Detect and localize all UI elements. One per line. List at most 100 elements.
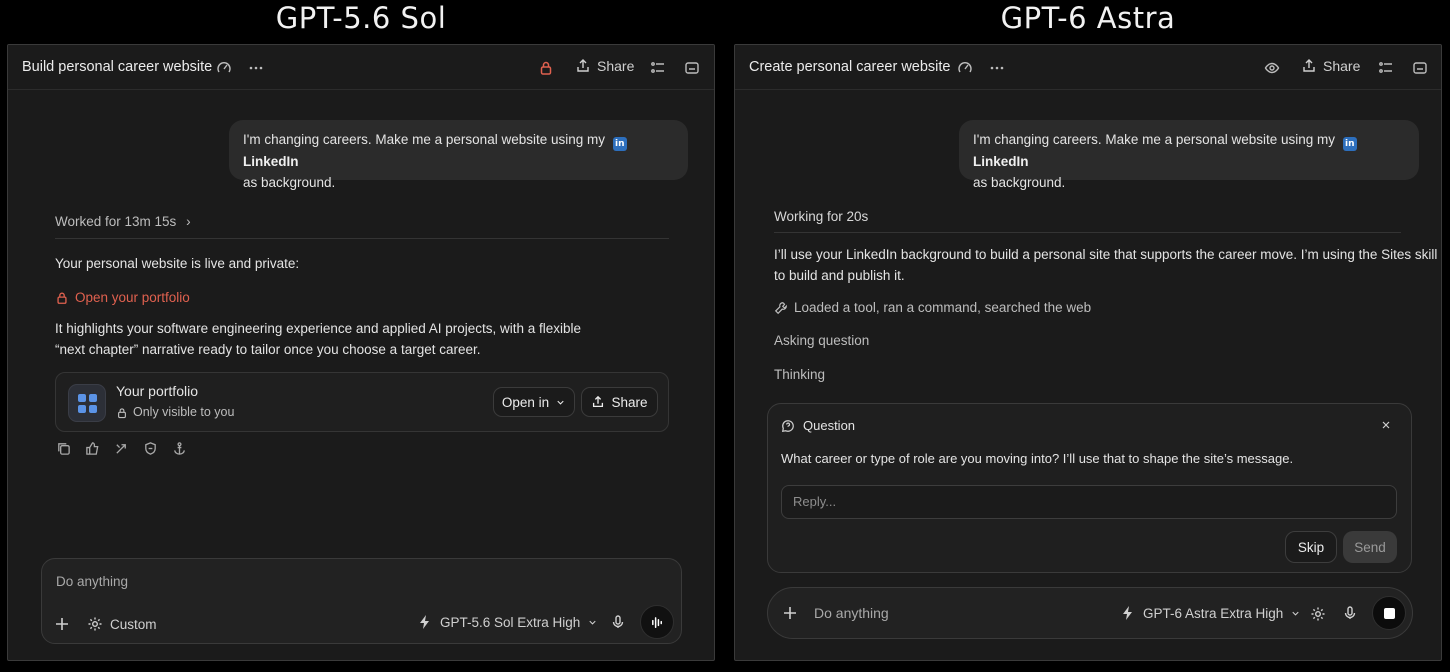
chevron-down-icon: [589, 620, 596, 625]
microphone-button[interactable]: [1342, 605, 1358, 621]
card-share-button[interactable]: Share: [581, 387, 658, 417]
composer-input[interactable]: Do anything: [814, 605, 889, 621]
reply-input[interactable]: Reply...: [781, 485, 1397, 519]
worked-for-toggle[interactable]: Worked for 13m 15s ›: [55, 211, 191, 232]
share-button[interactable]: Share: [575, 58, 634, 74]
panel-toggle-icon[interactable]: [682, 58, 702, 78]
right-topbar: Create personal career website Share: [735, 45, 1441, 90]
more-options-icon[interactable]: [246, 58, 266, 78]
gauge-icon[interactable]: [955, 58, 975, 78]
linkedin-mention[interactable]: LinkedIn: [243, 154, 299, 169]
linkedin-mention[interactable]: LinkedIn: [973, 154, 1029, 169]
open-in-label: Open in: [501, 394, 550, 410]
thinking-status: Thinking: [774, 367, 826, 382]
question-header-label: Question: [803, 418, 856, 433]
panel-toggle-icon[interactable]: [1410, 58, 1430, 78]
reply-line-1: I’ll use your LinkedIn background to bui…: [774, 247, 1438, 262]
waveform-icon: [651, 616, 662, 628]
voice-mode-button[interactable]: [640, 605, 674, 639]
open-portfolio-link[interactable]: Open your portfolio: [55, 287, 190, 308]
message-actions: [56, 441, 187, 456]
stop-generation-button[interactable]: [1372, 596, 1406, 630]
add-button[interactable]: [782, 605, 798, 621]
user-message-bubble: I'm changing careers. Make me a personal…: [229, 120, 688, 190]
tool-activity-toggle[interactable]: Loaded a tool, ran a command, searched t…: [774, 297, 1091, 318]
microphone-button[interactable]: [610, 614, 626, 630]
plus-icon: [56, 618, 68, 630]
reply-line-2: to build and publish it.: [774, 268, 905, 283]
model-label: GPT-6 Astra Extra High: [1143, 605, 1284, 621]
lock-icon: [57, 292, 67, 304]
model-selector[interactable]: GPT-6 Astra Extra High: [1120, 605, 1301, 621]
question-header: Question: [781, 415, 855, 436]
divider: [774, 232, 1401, 233]
card-share-label: Share: [611, 394, 648, 410]
linkedin-icon: in: [612, 137, 627, 151]
anchor-icon[interactable]: [172, 441, 187, 456]
grid-app-icon: [68, 384, 106, 422]
more-options-icon[interactable]: [987, 58, 1007, 78]
status-line: Your personal website is live and privat…: [55, 256, 300, 271]
gear-icon: [88, 617, 102, 631]
assistant-reply: I’ll use your LinkedIn background to bui…: [774, 244, 1437, 286]
left-chat-panel: Build personal career website Share I'm …: [7, 44, 715, 661]
settings-button[interactable]: [1310, 606, 1326, 622]
lightning-icon: [1123, 606, 1132, 620]
right-composer: Do anything GPT-6 Astra Extra High: [767, 587, 1413, 639]
wrench-icon: [774, 301, 787, 314]
open-in-button[interactable]: Open in: [493, 387, 575, 417]
add-button[interactable]: [54, 616, 70, 632]
visibility-note: Only visible to you: [116, 402, 234, 423]
task-list-icon[interactable]: [1376, 58, 1396, 78]
chevron-down-icon: [1292, 611, 1299, 616]
user-message-text: I'm changing careers. Make me a personal…: [973, 132, 1335, 147]
plus-icon: [784, 607, 796, 619]
user-message-text-end: as background.: [973, 175, 1066, 190]
left-topbar: Build personal career website Share: [8, 45, 714, 90]
model-selector[interactable]: GPT-5.6 Sol Extra High: [417, 614, 598, 630]
chat-title[interactable]: Create personal career website: [749, 59, 951, 75]
divider: [55, 238, 669, 239]
user-message-text: I'm changing careers. Make me a personal…: [243, 132, 605, 147]
lightning-icon: [420, 615, 429, 629]
share-icon: [1303, 59, 1315, 72]
model-label: GPT-5.6 Sol Extra High: [440, 614, 581, 630]
working-for-status[interactable]: Working for 20s: [774, 206, 868, 227]
close-button[interactable]: [1380, 419, 1392, 431]
custom-mode-button[interactable]: Custom: [87, 616, 157, 632]
share-button[interactable]: Share: [1301, 58, 1360, 74]
summary-line-1: It highlights your software engineering …: [55, 321, 582, 336]
shield-icon[interactable]: [143, 441, 158, 456]
gear-icon: [1311, 607, 1325, 621]
caption-right: GPT-6 Astra: [1000, 1, 1176, 35]
share-label: Share: [597, 58, 635, 74]
skip-button[interactable]: Skip: [1285, 531, 1337, 563]
chevron-down-icon: [557, 400, 564, 405]
eye-icon[interactable]: [1262, 58, 1282, 78]
portfolio-card[interactable]: Your portfolio Only visible to you Open …: [55, 372, 669, 432]
chevron-right-icon: ›: [186, 214, 191, 229]
question-text: What career or type of role are you movi…: [781, 451, 1294, 466]
question-bubble-icon: [781, 419, 794, 432]
copy-icon[interactable]: [56, 441, 71, 456]
caption-left: GPT-5.6 Sol: [275, 1, 447, 35]
branch-icon[interactable]: [114, 441, 129, 456]
share-icon: [577, 59, 589, 72]
user-message-text-end: as background.: [243, 175, 336, 190]
thumbs-up-icon[interactable]: [85, 441, 100, 456]
asking-question-status: Asking question: [774, 333, 870, 348]
share-label: Share: [1323, 58, 1361, 74]
composer-input[interactable]: Do anything: [56, 574, 128, 589]
send-button[interactable]: Send: [1343, 531, 1397, 563]
right-chat-panel: Create personal career website Share I'm…: [734, 44, 1442, 661]
linkedin-icon: in: [1342, 137, 1357, 151]
chat-title[interactable]: Build personal career website: [22, 59, 212, 75]
microphone-icon: [612, 615, 624, 628]
close-icon: [1382, 421, 1390, 429]
lock-icon[interactable]: [536, 58, 556, 78]
gauge-icon[interactable]: [214, 58, 234, 78]
open-portfolio-label: Open your portfolio: [75, 290, 190, 305]
task-list-icon[interactable]: [648, 58, 668, 78]
question-card: Question What career or type of role are…: [767, 403, 1412, 573]
summary-line-2: “next chapter” narrative ready to tailor…: [55, 342, 481, 357]
